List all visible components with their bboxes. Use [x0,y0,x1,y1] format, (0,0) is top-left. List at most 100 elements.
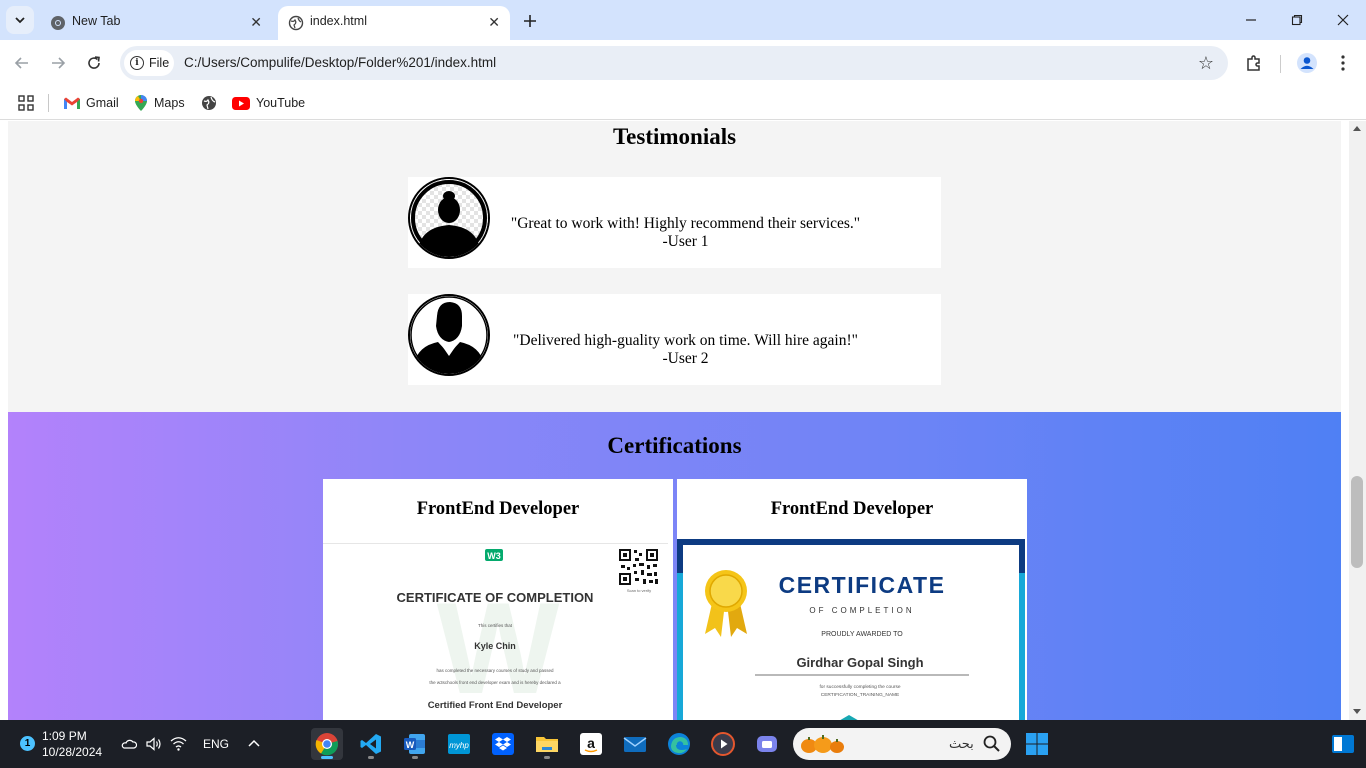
taskbar-media-player[interactable] [707,728,739,760]
close-icon[interactable]: ✕ [250,14,262,30]
male-avatar-icon [408,294,490,376]
tab-new-tab[interactable]: New Tab ✕ [40,6,272,40]
chrome-icon [315,733,339,756]
site-info-chip[interactable]: i File [124,50,174,76]
speaker-icon[interactable] [145,736,162,752]
arrow-right-icon [52,57,66,69]
forward-button[interactable] [44,49,72,77]
apps-button[interactable] [18,92,34,114]
mail-icon [623,737,647,752]
menu-button[interactable] [1329,49,1357,77]
scroll-down-arrow-icon[interactable] [1353,709,1361,714]
bookmark-youtube[interactable]: YouTube [232,92,305,114]
more-vert-icon [1341,55,1345,71]
wifi-icon[interactable] [170,736,187,751]
taskbar-file-explorer[interactable] [531,728,563,760]
certificate-name: Girdhar Gopal Singh [796,655,923,670]
taskbar-amazon[interactable]: a [575,728,607,760]
youtube-icon [232,96,250,110]
media-player-icon [711,732,735,756]
tab-search-button[interactable] [6,6,34,34]
chat-icon [757,736,777,752]
testimonial-quote: "Delivered high-guality work on time. Wi… [513,332,858,349]
certificate-line: has completed the necessary courses of s… [436,668,554,673]
plus-icon [524,15,536,27]
svg-text:a: a [587,735,595,751]
pumpkins-icon [801,735,844,753]
close-icon[interactable]: ✕ [488,14,500,30]
taskbar-search[interactable]: بحث [793,728,1011,760]
start-button[interactable] [1021,728,1053,760]
bookmark-star-icon[interactable]: ☆ [1198,53,1214,74]
puzzle-icon [1247,55,1260,71]
clock[interactable]: 1:09 PM 10/28/2024 [42,728,102,760]
certification-card-title: FrontEnd Developer [416,499,580,519]
profile-button[interactable] [1293,49,1321,77]
minimize-button[interactable] [1228,0,1274,40]
taskbar-dropbox[interactable] [487,728,519,760]
testimonial-quote: "Great to work with! Highly recommend th… [510,215,861,232]
back-button[interactable] [8,49,36,77]
cloud-icon[interactable] [121,736,137,752]
edge-icon [668,733,690,755]
windows-icon [1026,733,1048,755]
widgets-icon [1332,735,1354,753]
certificate-heading: CERTIFICATE [779,572,946,598]
show-desktop-button[interactable] [1327,728,1359,760]
profile-icon [1297,53,1317,73]
reload-button[interactable] [80,49,108,77]
testimonial-author: -User 2 [662,350,709,367]
extensions-button[interactable] [1240,49,1268,77]
certificate-awarded: PROUDLY AWARDED TO [821,631,903,638]
language-indicator[interactable]: ENG [203,737,229,751]
minimize-icon [1246,19,1256,21]
testimonial-text: "Delivered high-guality work on time. Wi… [498,332,873,368]
qr-code-icon [618,548,660,586]
certificate-image: W W3 Scan to verify CERTIFICATE OF COMPL… [323,543,673,720]
certificate-name: Kyle Chin [474,641,516,651]
vscode-icon [360,734,381,754]
new-tab-button[interactable] [518,9,542,33]
tab-index-html[interactable]: index.html ✕ [278,6,510,40]
svg-text:myhp: myhp [449,741,469,750]
chevron-up-icon[interactable] [247,738,261,748]
scroll-up-arrow-icon[interactable] [1353,126,1361,131]
search-icon [983,735,1000,752]
certificate-line: for successfully completing the course [819,684,900,690]
site-chip-label: File [149,56,170,70]
close-window-button[interactable] [1320,0,1366,40]
bookmark-gmail[interactable]: Gmail [64,92,119,114]
svg-text:W: W [406,740,415,750]
bookmark-globe[interactable] [201,92,217,114]
page-scrollbar[interactable] [1349,121,1366,720]
apps-grid-icon [18,95,34,111]
running-indicator [412,756,418,759]
testimonial-card: "Great to work with! Highly recommend th… [408,177,941,268]
taskbar-chrome[interactable] [311,728,343,760]
taskbar-edge[interactable] [663,728,695,760]
notification-badge[interactable]: 1 [20,736,35,751]
maps-icon [135,95,147,111]
certificate-award: Certified Front End Developer [428,700,563,711]
taskbar-vscode[interactable] [355,728,387,760]
certificate-line: the w3schools front end developer exam a… [429,680,561,685]
hp-icon: myhp [448,734,470,754]
restore-button[interactable] [1274,0,1320,40]
dropbox-icon [492,733,514,755]
scroll-thumb[interactable] [1351,476,1363,568]
address-bar[interactable]: i File C:/Users/Compulife/Desktop/Folder… [120,46,1228,80]
taskbar-myhp[interactable]: myhp [443,728,475,760]
clock-date: 10/28/2024 [42,745,103,759]
certification-card-title: FrontEnd Developer [770,499,934,519]
url-text[interactable]: C:/Users/Compulife/Desktop/Folder%201/in… [184,55,496,70]
taskbar-teams[interactable] [751,728,783,760]
certificate-line: This certifies that [478,623,513,628]
reload-icon [88,56,100,69]
taskbar-word[interactable]: W [399,728,431,760]
bookmark-label: YouTube [256,96,306,110]
taskbar-mail[interactable] [619,728,651,760]
bookmark-maps[interactable]: Maps [134,92,185,114]
clock-time: 1:09 PM [42,729,87,743]
folder-icon [536,737,558,752]
certificate-line: CERTIFICATION_TRAINING_NAME [821,692,899,698]
